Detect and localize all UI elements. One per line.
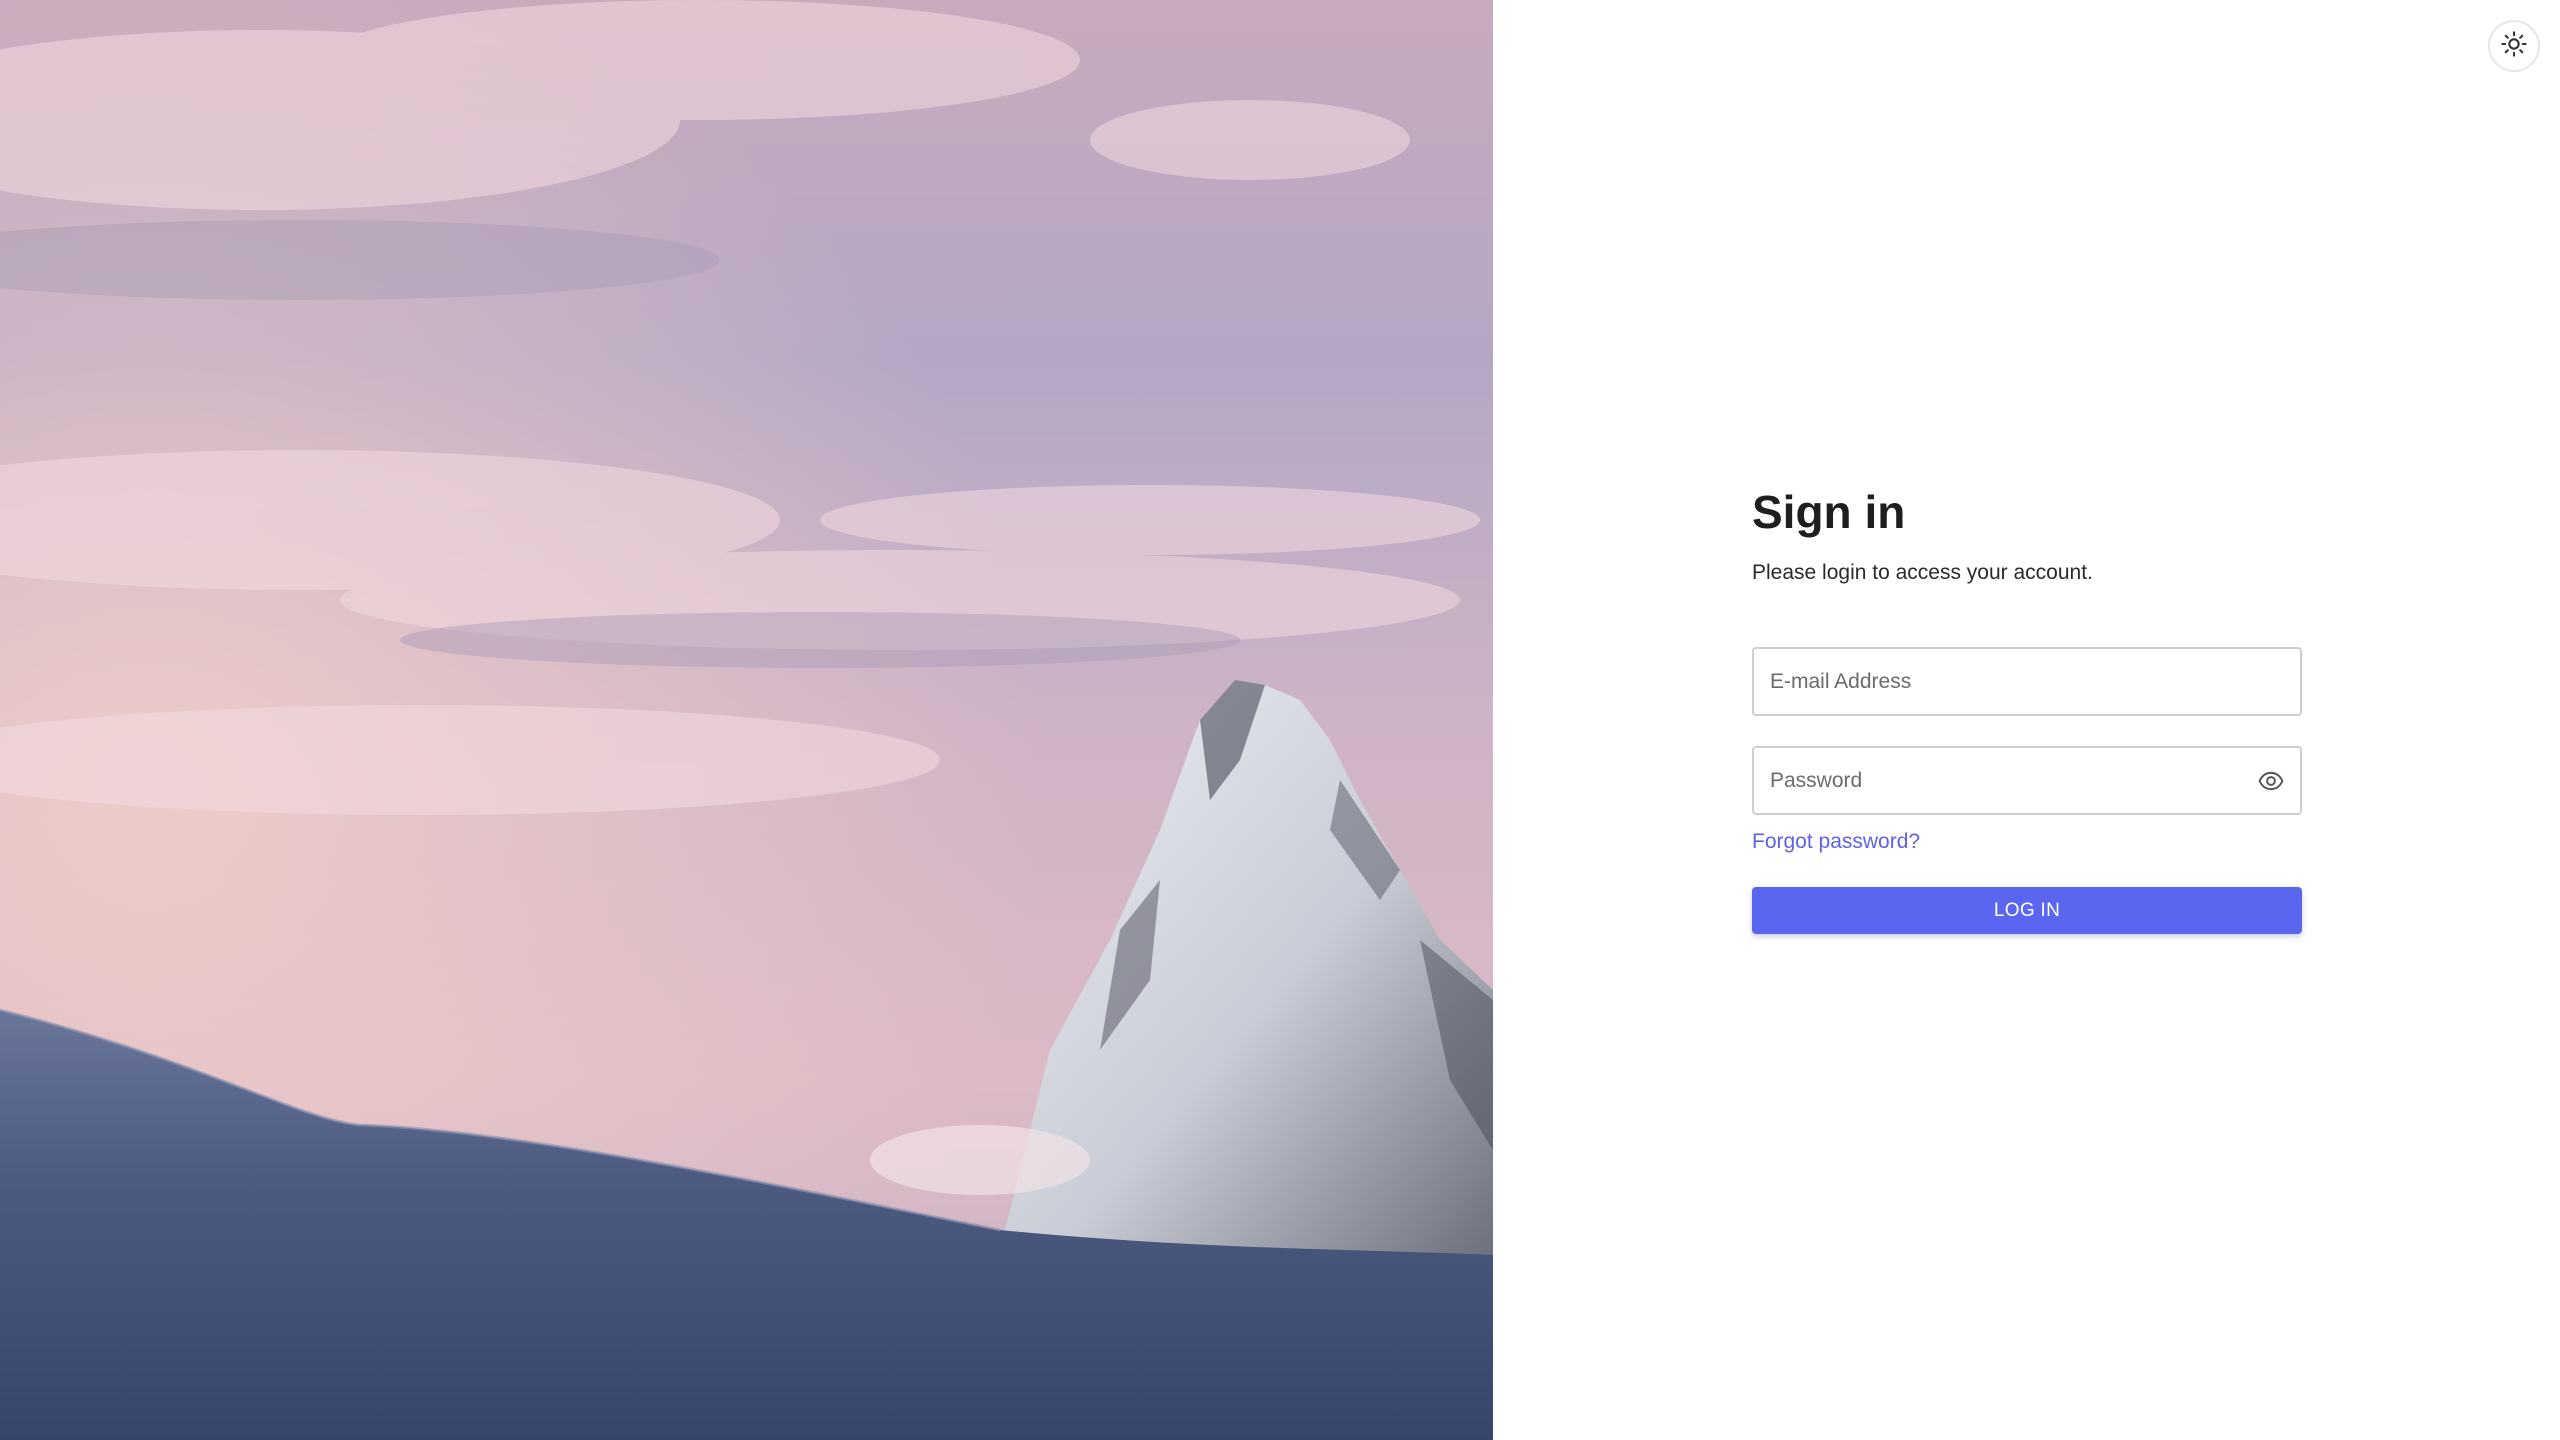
page-title: Sign in [1752,486,1906,538]
email-field-container [1752,647,2302,716]
password-input[interactable] [1754,748,2300,813]
sun-icon [2500,30,2528,63]
hero-image [0,0,1493,1440]
eye-icon[interactable] [2254,766,2288,796]
mountain-landscape-illustration [0,0,1493,1440]
login-page: Sign in Please login to access your acco… [0,0,2560,1440]
password-field-container [1752,746,2302,815]
email-input[interactable] [1754,649,2300,714]
theme-toggle-button[interactable] [2488,20,2540,72]
sign-in-form: Sign in Please login to access your acco… [1752,480,2302,934]
page-subtitle: Please login to access your account. [1752,561,2093,584]
login-button[interactable]: LOG IN [1752,887,2302,934]
forgot-password-link[interactable]: Forgot password? [1752,827,1920,857]
